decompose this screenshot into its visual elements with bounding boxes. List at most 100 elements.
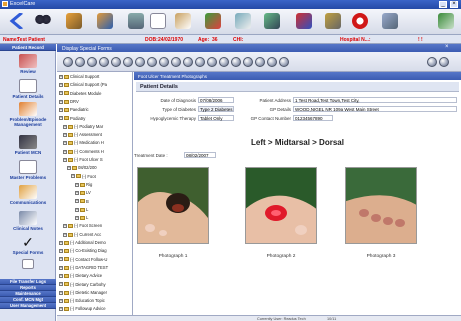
tree-node[interactable]: + (-) Dietary Carbohy: [59, 282, 106, 288]
records-icon[interactable]: [128, 13, 144, 29]
expand-icon[interactable]: +: [59, 298, 63, 303]
tree-node[interactable]: + (-) Assessment: [63, 132, 102, 138]
form-tool-icon[interactable]: [75, 57, 85, 67]
next-icon[interactable]: [439, 57, 449, 67]
type-of-diabetes-field[interactable]: Type 2 Diabetes: [198, 106, 234, 112]
form-tool-icon[interactable]: [255, 57, 265, 67]
expand-icon[interactable]: +: [59, 307, 63, 312]
expand-icon[interactable]: +: [75, 215, 79, 220]
find-patient-icon[interactable]: [35, 13, 51, 29]
expand-icon[interactable]: +: [63, 141, 67, 146]
form-tool-icon[interactable]: [123, 57, 133, 67]
stop-icon[interactable]: [352, 13, 368, 29]
tree-node[interactable]: + (-) Education Topic: [59, 298, 105, 304]
photograph-2[interactable]: [245, 167, 317, 244]
nav-item-patient-details[interactable]: Patient Details: [0, 79, 56, 99]
chart-icon[interactable]: [296, 13, 312, 29]
document-icon[interactable]: [150, 13, 166, 29]
tree-node[interactable]: + Clinical Support (Pa: [59, 82, 107, 88]
tree-node[interactable]: + (-) Comments H: [63, 149, 104, 155]
tree-node[interactable]: + (-) Dietetic Manager: [59, 290, 107, 296]
tree-node[interactable]: + (-) Foot Screen: [63, 223, 102, 229]
tree-node[interactable]: + Diabetes Module: [59, 91, 101, 97]
patient-icon[interactable]: [66, 13, 82, 29]
form-tool-icon[interactable]: [147, 57, 157, 67]
date-of-diagnosis-field[interactable]: 07/08/2006: [198, 97, 234, 103]
back-arrow-icon[interactable]: [9, 13, 24, 29]
form-tool-icon[interactable]: [267, 57, 277, 67]
form-tool-icon[interactable]: [111, 57, 121, 67]
gp-contact-field[interactable]: 01234567890: [293, 115, 333, 121]
expand-icon[interactable]: +: [59, 108, 63, 113]
form-tool-icon[interactable]: [279, 57, 289, 67]
tree-node[interactable]: + (-) DATAGRID TEST: [59, 265, 108, 271]
form-tool-icon[interactable]: [207, 57, 217, 67]
patient-address-field[interactable]: 1 Test Road,Test Town,Test City,: [293, 97, 457, 103]
notes-icon[interactable]: [175, 13, 191, 29]
form-tool-icon[interactable]: [87, 57, 97, 67]
expand-icon[interactable]: +: [59, 240, 63, 245]
tree-node[interactable]: + (-) Podiatry Mar: [63, 124, 103, 130]
tree-node[interactable]: + Clinical Support: [59, 74, 99, 80]
expand-icon[interactable]: +: [59, 91, 63, 96]
expand-icon[interactable]: +: [63, 124, 67, 129]
expand-icon[interactable]: +: [63, 224, 67, 229]
prev-icon[interactable]: [427, 57, 437, 67]
screen-icon[interactable]: [235, 13, 251, 29]
expand-icon[interactable]: +: [63, 132, 67, 137]
nav-item-more[interactable]: [0, 259, 56, 269]
alert-icon[interactable]: ! !: [418, 37, 423, 43]
tree-node[interactable]: + (-) Additional Demo: [59, 240, 106, 246]
tree-node[interactable]: +08/02/200: [67, 165, 97, 171]
nav-item-special-forms[interactable]: ✓ Special Forms: [0, 235, 56, 255]
tree-node[interactable]: + L: [75, 207, 88, 213]
expand-icon[interactable]: +: [75, 199, 79, 204]
close-button[interactable]: ×: [450, 1, 458, 8]
nav-item-patient-mcn[interactable]: Patient MCN: [0, 135, 56, 155]
tree-node[interactable]: + Rig: [75, 182, 92, 188]
tree-node[interactable]: + (-) Foot Ulcer S: [63, 157, 103, 163]
nav-item-problem-episode[interactable]: Problem/Episode Management: [0, 102, 56, 127]
expand-icon[interactable]: +: [59, 116, 63, 121]
tree-node[interactable]: + LV: [75, 190, 91, 196]
tree-node[interactable]: + Paediatric: [59, 107, 89, 113]
expand-icon[interactable]: +: [63, 149, 67, 154]
nav-item-review[interactable]: Review: [0, 54, 56, 74]
form-tool-icon[interactable]: [195, 57, 205, 67]
tree-node[interactable]: + (-) Current Acc: [63, 232, 101, 238]
form-tool-icon[interactable]: [219, 57, 229, 67]
tree-node[interactable]: + (-) Dietary Advice: [59, 273, 102, 279]
form-tool-icon[interactable]: [171, 57, 181, 67]
tree-node[interactable]: + Podiatry: [59, 116, 85, 122]
close-panel-icon[interactable]: ×: [445, 44, 449, 50]
expand-icon[interactable]: +: [75, 182, 79, 187]
tools-icon[interactable]: [325, 13, 341, 29]
treatment-date-field[interactable]: 08/02/2007: [184, 152, 216, 158]
tree-node[interactable]: + (-) Followup Advice: [59, 306, 106, 312]
exit-icon[interactable]: [382, 13, 398, 29]
hypoglycemic-therapy-field[interactable]: Tablet Only: [198, 115, 234, 121]
form-tool-icon[interactable]: [135, 57, 145, 67]
expand-icon[interactable]: +: [63, 157, 67, 162]
nav-item-clinical-notes[interactable]: Clinical Notes: [0, 211, 56, 231]
expand-icon[interactable]: +: [67, 166, 71, 171]
tree-node[interactable]: + B: [75, 199, 89, 205]
tree-node[interactable]: + L: [75, 215, 88, 221]
expand-icon[interactable]: +: [59, 83, 63, 88]
photograph-3[interactable]: [345, 167, 417, 244]
expand-icon[interactable]: +: [63, 232, 67, 237]
tree-node[interactable]: + (-) Co-Existing Diag: [59, 248, 107, 254]
nav-item-master-problems[interactable]: Master Problems: [0, 160, 56, 180]
form-tool-icon[interactable]: [63, 57, 73, 67]
expand-icon[interactable]: +: [59, 99, 63, 104]
expand-icon[interactable]: +: [59, 74, 63, 79]
form-tool-icon[interactable]: [159, 57, 169, 67]
nav-user-management[interactable]: User Management: [0, 303, 56, 309]
form-tool-icon[interactable]: [183, 57, 193, 67]
form-tool-icon[interactable]: [99, 57, 109, 67]
expand-icon[interactable]: +: [75, 191, 79, 196]
expand-icon[interactable]: +: [59, 249, 63, 254]
photograph-1[interactable]: [137, 167, 209, 244]
form-tool-icon[interactable]: [243, 57, 253, 67]
tree-node[interactable]: + (-) Contact Follow-U: [59, 257, 107, 263]
